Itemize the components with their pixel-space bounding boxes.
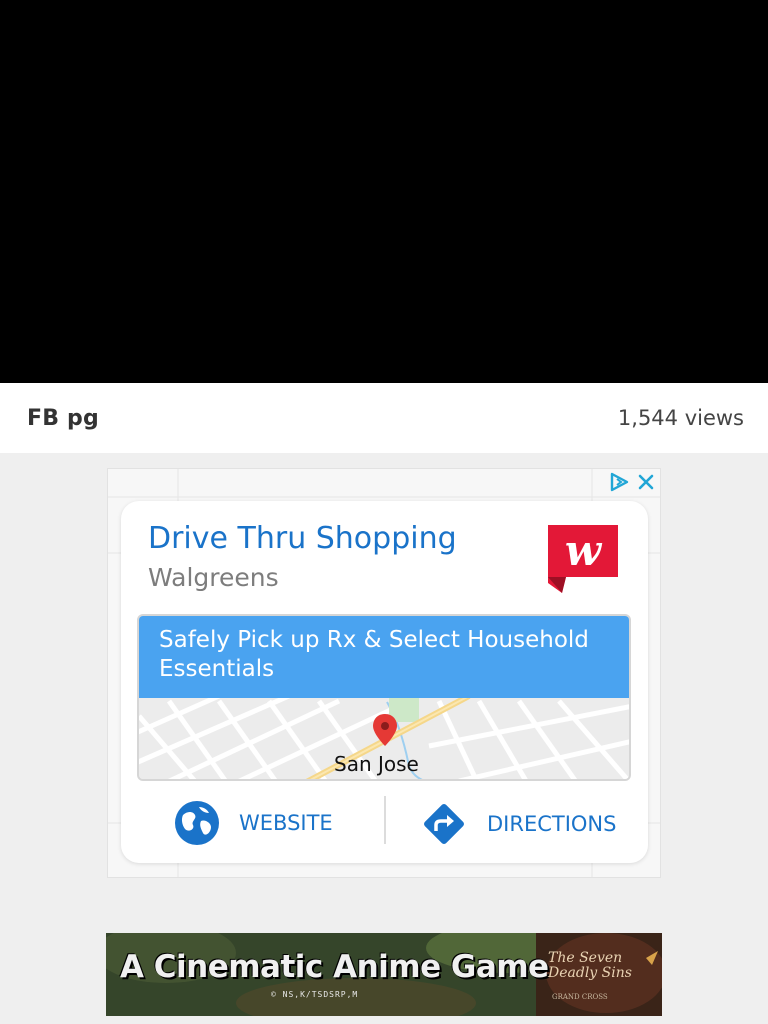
action-divider <box>384 796 386 844</box>
directions-icon <box>424 804 464 844</box>
video-player[interactable] <box>0 0 768 383</box>
svg-text:w: w <box>565 526 603 575</box>
map-city-label: San Jose <box>334 752 419 776</box>
globe-icon <box>175 801 219 845</box>
ad-advertiser: Walgreens <box>148 563 279 592</box>
directions-label: DIRECTIONS <box>487 812 617 836</box>
close-icon[interactable] <box>636 472 656 492</box>
ad-banner-text: Safely Pick up Rx & Select Household Ess… <box>139 616 629 698</box>
anime-game-ad[interactable]: A Cinematic Anime Game © NS,K/TSDSRP,M T… <box>106 933 662 1016</box>
adchoices-icon[interactable] <box>608 471 630 493</box>
game-ad-copyright: © NS,K/TSDSRP,M <box>271 990 359 999</box>
video-info-bar: FB pg 1,544 views <box>0 383 768 453</box>
ad-actions: WEBSITE DIRECTIONS <box>121 791 648 851</box>
ad-headline[interactable]: Drive Thru Shopping <box>148 521 457 556</box>
map-preview[interactable]: Safely Pick up Rx & Select Household Ess… <box>137 614 631 781</box>
walgreens-logo: w <box>548 525 618 593</box>
directions-button[interactable]: DIRECTIONS <box>419 799 616 849</box>
game-logo-subtitle: GRAND CROSS <box>552 993 608 1001</box>
game-ad-headline: A Cinematic Anime Game <box>120 949 549 985</box>
game-logo: The Seven Deadly Sins <box>548 951 632 981</box>
walgreens-ad[interactable]: Drive Thru Shopping Walgreens w Safely P… <box>107 468 661 878</box>
game-logo-line1: The Seven <box>548 950 623 966</box>
ad-card[interactable]: Drive Thru Shopping Walgreens w Safely P… <box>121 501 648 863</box>
video-title[interactable]: FB pg <box>27 406 99 431</box>
website-button[interactable]: WEBSITE <box>173 799 333 847</box>
game-logo-line2: Deadly Sins <box>548 965 632 981</box>
view-count: 1,544 views <box>617 406 744 430</box>
ad-choices[interactable] <box>608 471 656 493</box>
website-label: WEBSITE <box>239 811 333 835</box>
